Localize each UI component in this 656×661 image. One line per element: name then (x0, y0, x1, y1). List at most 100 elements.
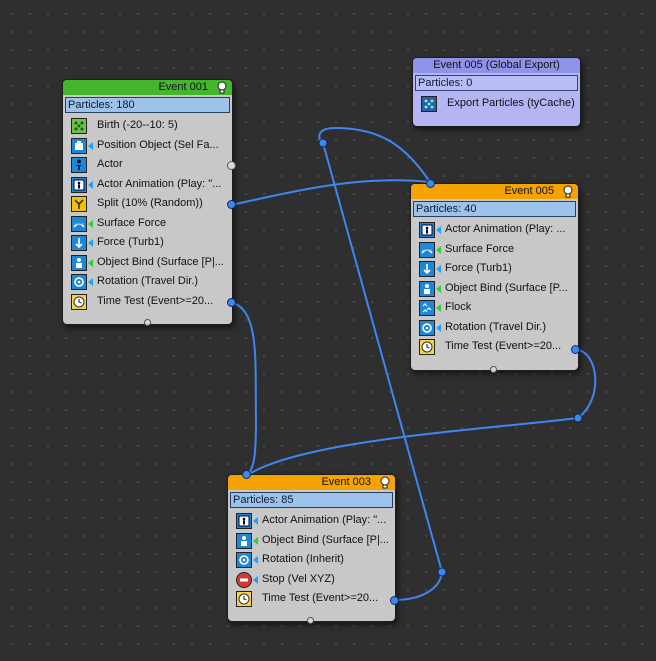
time-test-output-port[interactable] (227, 298, 236, 307)
operator-actor-animation[interactable]: Actor Animation (Play: "... (63, 175, 232, 195)
operator-label: Export Particles (tyCache) (447, 97, 575, 109)
operator-label: Rotation (Travel Dir.) (97, 275, 199, 287)
operator-label: Force (Turb1) (97, 236, 164, 248)
operator-rotation[interactable]: Rotation (Travel Dir.) (411, 318, 578, 338)
force-icon (419, 261, 435, 277)
operator-label: Actor Animation (Play: ... (445, 223, 566, 235)
operator-label: Birth (-20--10: 5) (97, 119, 178, 131)
operator-time-test[interactable]: Time Test (Event>=20... (63, 292, 232, 312)
event-001-node[interactable]: Event 001 Particles: 180 Birth (-20--10:… (62, 79, 236, 326)
event-005-global-export-node[interactable]: Event 005 (Global Export) Particles: 0 E… (412, 57, 581, 127)
surface-force-icon (71, 215, 87, 232)
event-input-port[interactable] (242, 470, 251, 479)
force-icon (71, 235, 87, 251)
operator-actor-animation[interactable]: Actor Animation (Play: "... (228, 511, 395, 531)
event-title: Event 001 (158, 81, 208, 93)
operator-label: Surface Force (445, 242, 515, 255)
operator-surface-force[interactable]: Surface Force (411, 240, 578, 260)
wire-junction (573, 413, 583, 423)
wire-event001-timetest-to-event003 (230, 301, 258, 477)
operator-force[interactable]: Force (Turb1) (63, 233, 232, 253)
wire-split-to-event005 (230, 179, 431, 206)
operator-label: Surface Force (97, 216, 167, 229)
operator-label: Object Bind (Surface [P|... (262, 533, 389, 546)
time-test-icon (71, 293, 87, 310)
operator-label: Time Test (Event>=20... (445, 340, 562, 352)
input-arrow-icon (253, 556, 258, 564)
operator-surface-force[interactable]: Surface Force (63, 214, 232, 234)
lightbulb-icon[interactable] (562, 185, 574, 198)
operator-label: Object Bind (Surface [P... (445, 281, 568, 294)
lightbulb-icon[interactable] (216, 81, 228, 94)
operator-rotation[interactable]: Rotation (Travel Dir.) (63, 272, 232, 292)
object-bind-icon (236, 532, 252, 549)
object-bind-icon (71, 254, 87, 271)
event-003-header[interactable]: Event 003 (228, 475, 395, 490)
operator-time-test[interactable]: Time Test (Event>=20... (411, 337, 578, 357)
input-arrow-icon (88, 141, 93, 150)
input-arrow-icon (253, 536, 258, 545)
operator-label: Time Test (Event>=20... (262, 592, 379, 604)
wire-junction (437, 567, 447, 577)
operator-label: Flock (445, 301, 472, 313)
operator-export-particles[interactable]: Export Particles (tyCache) (413, 94, 580, 114)
particles-count: Particles: 180 (65, 97, 230, 113)
split-icon (71, 196, 87, 212)
event-005-node[interactable]: Event 005 Particles: 40 Actor Animation … (410, 179, 580, 373)
event-input-port[interactable] (426, 179, 435, 188)
operator-position-object[interactable]: Position Object (Sel Fa... (63, 136, 232, 156)
actor-animation-icon (236, 513, 252, 529)
operator-label: Actor Animation (Play: "... (262, 514, 387, 526)
actor-animation-icon (71, 176, 87, 193)
operator-actor[interactable]: Actor (63, 155, 232, 175)
input-arrow-icon (88, 258, 93, 267)
operator-label: Split (10% (Random)) (97, 197, 203, 209)
operator-time-test[interactable]: Time Test (Event>=20... (228, 589, 395, 609)
input-arrow-icon (253, 575, 258, 584)
flock-icon (419, 300, 435, 316)
actor-animation-icon (419, 222, 435, 238)
actor-output-port[interactable] (227, 161, 236, 170)
event-output-port[interactable] (307, 617, 314, 624)
surface-force-icon (419, 241, 435, 258)
lightbulb-icon[interactable] (379, 476, 391, 489)
input-arrow-icon (88, 219, 93, 228)
event-005-header[interactable]: Event 005 (411, 184, 578, 199)
event-005-global-header[interactable]: Event 005 (Global Export) (413, 58, 580, 73)
rotation-icon (236, 552, 252, 568)
input-arrow-icon (436, 284, 441, 293)
operator-actor-animation[interactable]: Actor Animation (Play: ... (411, 220, 578, 240)
rotation-icon (419, 319, 435, 336)
operator-label: Object Bind (Surface [P|... (97, 255, 224, 268)
operator-object-bind[interactable]: Object Bind (Surface [P... (411, 279, 578, 299)
operator-birth[interactable]: Birth (-20--10: 5) (63, 116, 232, 136)
operator-object-bind[interactable]: Object Bind (Surface [P|... (63, 253, 232, 273)
event-001-header[interactable]: Event 001 (63, 80, 232, 95)
event-003-node[interactable]: Event 003 Particles: 85 Actor Animation … (227, 470, 399, 624)
time-test-icon (236, 591, 252, 607)
time-test-output-port[interactable] (390, 596, 399, 605)
event-input-port[interactable] (144, 319, 151, 326)
operator-label: Actor Animation (Play: "... (97, 177, 222, 190)
operator-rotation[interactable]: Rotation (Inherit) (228, 550, 395, 570)
input-arrow-icon (253, 517, 258, 525)
event-output-port[interactable] (490, 366, 497, 373)
operator-label: Position Object (Sel Fa... (97, 138, 219, 151)
operator-object-bind[interactable]: Object Bind (Surface [P|... (228, 531, 395, 551)
input-arrow-icon (436, 265, 441, 273)
event-title: Event 005 (504, 185, 554, 197)
input-arrow-icon (436, 323, 441, 332)
split-output-port[interactable] (227, 200, 236, 209)
time-test-output-port[interactable] (571, 345, 580, 354)
operator-flock[interactable]: Flock (411, 298, 578, 318)
rotation-icon (71, 274, 87, 290)
export-particles-icon (421, 96, 437, 112)
input-arrow-icon (88, 239, 93, 247)
operator-label: Rotation (Travel Dir.) (445, 320, 547, 333)
operator-split[interactable]: Split (10% (Random)) (63, 194, 232, 214)
operator-stop[interactable]: Stop (Vel XYZ) (228, 570, 395, 590)
operator-force[interactable]: Force (Turb1) (411, 259, 578, 279)
object-bind-icon (419, 280, 435, 297)
birth-icon (71, 118, 87, 134)
operator-label: Force (Turb1) (445, 262, 512, 274)
